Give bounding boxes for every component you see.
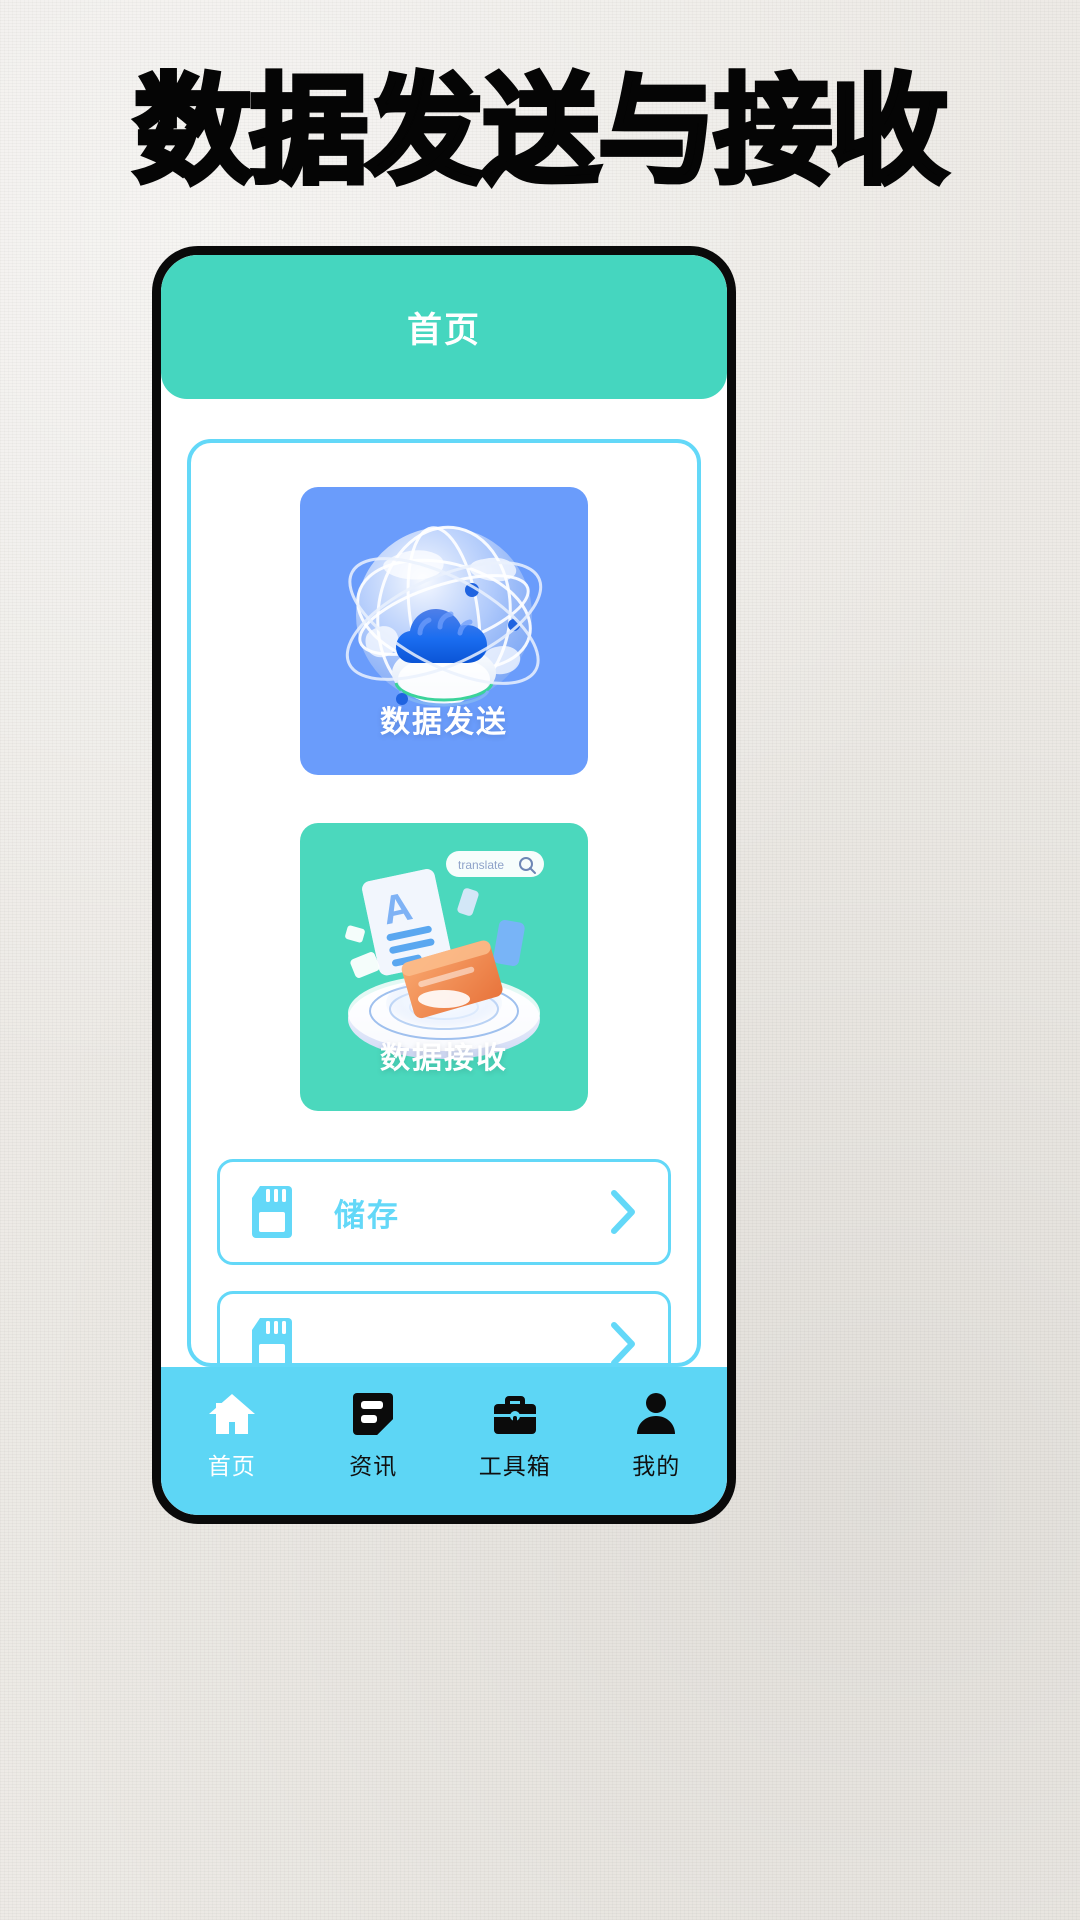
app-header: 首页: [161, 255, 727, 399]
row-storage-label: 储存: [334, 1197, 400, 1233]
sd-card-icon: [248, 1184, 308, 1240]
tab-toolbox[interactable]: 工具箱: [444, 1389, 586, 1481]
tab-home-label: 首页: [207, 1453, 256, 1479]
card-data-send[interactable]: 数据发送: [300, 487, 588, 775]
home-icon: [207, 1389, 257, 1439]
tab-toolbox-label: 工具箱: [478, 1453, 551, 1479]
tab-home[interactable]: 首页: [161, 1389, 303, 1481]
bottom-tab-bar: 首页 资讯 工具箱 我的: [161, 1367, 727, 1515]
chevron-right-icon[interactable]: [606, 1319, 640, 1363]
phone-mockup: 首页 数据发送 translate A 数据接收 储存 首页 资讯 工具箱 我的: [152, 246, 736, 1524]
app-header-title: 首页: [406, 310, 481, 350]
page-title: 数据发送与接收: [131, 62, 950, 200]
card-data-receive-label: 数据接收: [380, 1042, 508, 1075]
card-data-receive[interactable]: translate A 数据接收: [300, 823, 588, 1111]
news-doc-icon: [351, 1389, 395, 1439]
app-content-area: 数据发送 translate A 数据接收 储存: [161, 399, 727, 1367]
tab-news[interactable]: 资讯: [303, 1389, 445, 1481]
person-icon: [635, 1389, 677, 1439]
tab-profile[interactable]: 我的: [586, 1389, 728, 1481]
tab-profile-label: 我的: [632, 1453, 681, 1479]
row-secondary-partial[interactable]: [217, 1291, 671, 1363]
sd-card-icon: [248, 1316, 308, 1363]
svg-text:translate: translate: [458, 858, 504, 872]
tab-news-label: 资讯: [349, 1453, 398, 1479]
main-panel: 数据发送 translate A 数据接收 储存: [187, 439, 701, 1367]
row-storage[interactable]: 储存: [217, 1159, 671, 1265]
chevron-right-icon[interactable]: [606, 1187, 640, 1237]
card-data-send-label: 数据发送: [380, 706, 508, 739]
briefcase-icon: [492, 1389, 538, 1439]
